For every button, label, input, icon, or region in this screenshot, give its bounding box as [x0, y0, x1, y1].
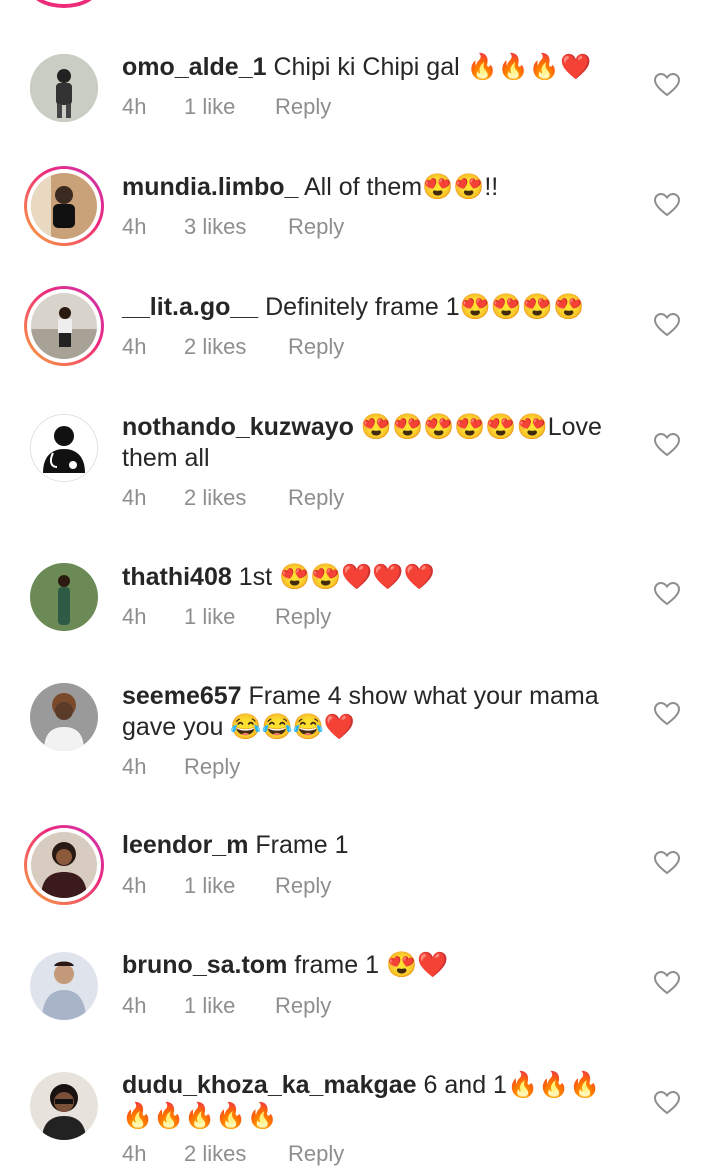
comment-time: 4h: [122, 214, 147, 239]
reply-button[interactable]: Reply: [275, 873, 331, 899]
comment-emoji: 😍❤️: [385, 951, 449, 979]
comment-likes[interactable]: 2 likes: [184, 1141, 288, 1167]
like-heart-icon[interactable]: [654, 851, 680, 875]
comment-text: thathi408 1st 😍😍❤️❤️❤️: [122, 562, 620, 593]
avatar[interactable]: [30, 683, 98, 751]
comment-body: Frame 1: [255, 831, 349, 859]
comment-username[interactable]: leendor_m: [122, 831, 248, 859]
avatar[interactable]: [30, 563, 98, 631]
reply-button[interactable]: Reply: [288, 485, 344, 511]
avatar[interactable]: [30, 952, 98, 1020]
comment-meta: 4h 3 likes Reply: [122, 214, 344, 240]
comment-body: All of them😍😍!!: [303, 173, 499, 201]
comment-likes[interactable]: 2 likes: [184, 485, 288, 511]
comment-text: bruno_sa.tom frame 1 😍❤️: [122, 950, 620, 981]
reply-button[interactable]: Reply: [184, 754, 240, 780]
comment-meta: 4h 1 like Reply: [122, 604, 331, 630]
comment-text: mundia.limbo_ All of them😍😍!!: [122, 172, 620, 203]
comment-username[interactable]: __lit.a.go__: [122, 293, 258, 321]
comment-text: seeme657 Frame 4 show what your mama gav…: [122, 681, 620, 743]
reply-button[interactable]: Reply: [275, 94, 331, 120]
avatar[interactable]: [30, 1072, 98, 1140]
comment-meta: 4h Reply: [122, 754, 240, 780]
comment-username[interactable]: nothando_kuzwayo: [122, 413, 354, 441]
comment-meta: 4h 2 likes Reply: [122, 1141, 344, 1167]
comment-meta: 4h 1 like Reply: [122, 873, 331, 899]
avatar[interactable]: [24, 166, 104, 246]
comment-time: 4h: [122, 754, 147, 779]
avatar[interactable]: [30, 54, 98, 122]
like-heart-icon[interactable]: [654, 582, 680, 606]
reply-button[interactable]: Reply: [275, 604, 331, 630]
comment-text: dudu_khoza_ka_makgae 6 and 1🔥🔥🔥🔥🔥🔥🔥🔥: [122, 1070, 620, 1132]
comment-username[interactable]: bruno_sa.tom: [122, 951, 287, 979]
comment-username[interactable]: mundia.limbo_: [122, 173, 298, 201]
avatar[interactable]: [24, 825, 104, 905]
comment-username[interactable]: thathi408: [122, 563, 232, 591]
comment-username[interactable]: seeme657: [122, 682, 242, 710]
comment-likes[interactable]: 1 like: [184, 94, 275, 120]
avatar[interactable]: [30, 414, 98, 482]
comment-time: 4h: [122, 334, 147, 359]
comment-likes[interactable]: 1 like: [184, 873, 275, 899]
comment-likes[interactable]: 3 likes: [184, 214, 288, 240]
comment-meta: 4h 2 likes Reply: [122, 485, 344, 511]
comment-time: 4h: [122, 485, 147, 510]
comment-likes[interactable]: 1 like: [184, 604, 275, 630]
reply-button[interactable]: Reply: [288, 214, 344, 240]
comment-username[interactable]: omo_alde_1: [122, 53, 267, 81]
comment-time: 4h: [122, 873, 147, 898]
like-heart-icon[interactable]: [654, 193, 680, 217]
comment-body: Definitely frame 1: [265, 293, 460, 321]
reply-button[interactable]: Reply: [288, 1141, 344, 1167]
comment-meta: 4h 1 like Reply: [122, 993, 331, 1019]
comment-meta: 4h 2 likes Reply: [122, 334, 344, 360]
comment-emoji: 😍😍❤️❤️❤️: [279, 563, 435, 591]
like-heart-icon[interactable]: [654, 313, 680, 337]
comment-username[interactable]: dudu_khoza_ka_makgae: [122, 1071, 417, 1099]
previous-avatar-ring: [30, 0, 98, 8]
comment-text: leendor_m Frame 1: [122, 830, 620, 861]
comment-text: __lit.a.go__ Definitely frame 1😍😍😍😍: [122, 292, 620, 323]
comment-body: 1st: [238, 563, 273, 591]
like-heart-icon[interactable]: [654, 702, 680, 726]
like-heart-icon[interactable]: [654, 1091, 680, 1115]
comment-likes[interactable]: 2 likes: [184, 334, 288, 360]
comment-time: 4h: [122, 94, 147, 119]
comment-emoji: 😍😍😍😍: [459, 293, 585, 321]
comment-text: omo_alde_1 Chipi ki Chipi gal 🔥🔥🔥❤️: [122, 52, 620, 83]
avatar[interactable]: [24, 286, 104, 366]
like-heart-icon[interactable]: [654, 971, 680, 995]
reply-button[interactable]: Reply: [275, 993, 331, 1019]
comment-time: 4h: [122, 1141, 147, 1166]
comment-emoji: 🔥🔥🔥❤️: [466, 53, 592, 81]
reply-button[interactable]: Reply: [288, 334, 344, 360]
comment-body: Chipi ki Chipi gal: [273, 53, 460, 81]
comment-body: frame 1: [294, 951, 380, 979]
like-heart-icon[interactable]: [654, 433, 680, 457]
like-heart-icon[interactable]: [654, 73, 680, 97]
comment-meta: 4h 1 like Reply: [122, 94, 331, 120]
comment-text: nothando_kuzwayo 😍😍😍😍😍😍Love them all: [122, 412, 620, 474]
comment-time: 4h: [122, 604, 147, 629]
comment-likes[interactable]: 1 like: [184, 993, 275, 1019]
comment-time: 4h: [122, 993, 147, 1018]
